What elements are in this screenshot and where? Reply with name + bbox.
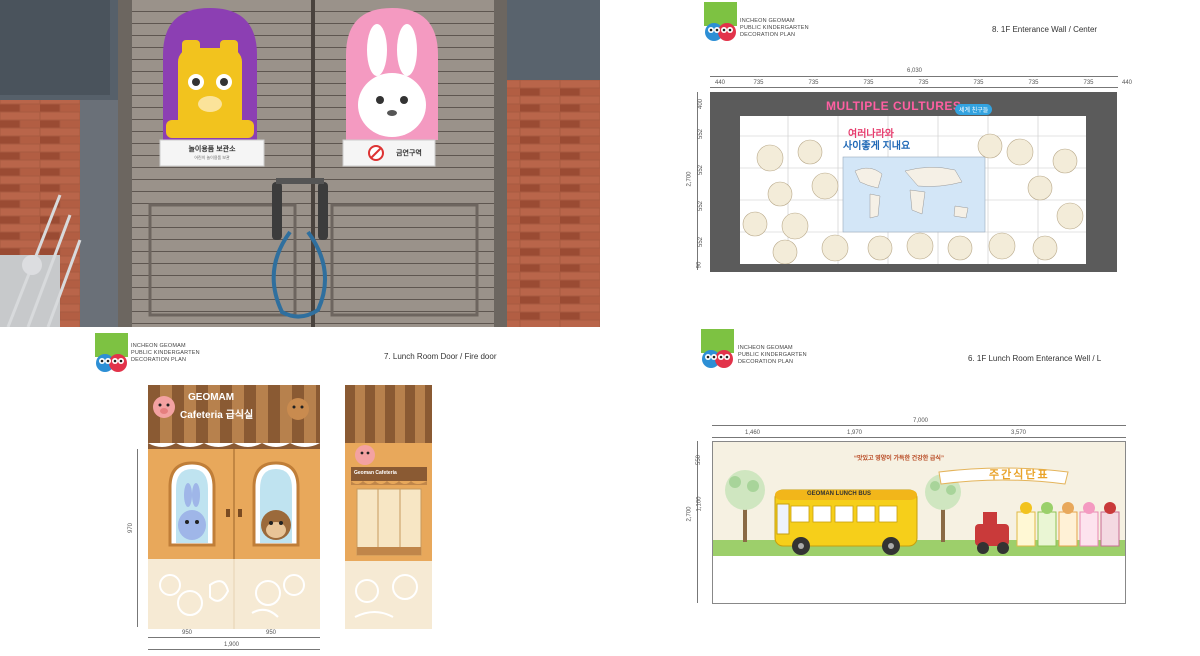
height-segment-5: 552: [698, 236, 705, 248]
storage-sign-subtext: 어린이 놀이용품 보관: [194, 155, 230, 160]
logo-text: INCHEON GEOMAM PUBLIC KINDERGARTEN DECOR…: [740, 18, 809, 39]
owl-logo: [704, 2, 737, 42]
height-segment-2: 1,100: [696, 496, 703, 512]
width-segment-8: 735: [1083, 80, 1094, 86]
door-height-dim: 970: [128, 522, 135, 534]
dim-line: [148, 649, 320, 650]
width-segment-4: 735: [863, 80, 874, 86]
bus-label: GEOMAN LUNCH BUS: [807, 491, 871, 497]
logo-line-3: DECORATION PLAN: [131, 357, 187, 363]
dim-line: [697, 441, 698, 603]
storage-sign-text: 놀이용품 보관소: [188, 146, 236, 153]
logo-text: INCHEON GEOMAM PUBLIC KINDERGARTEN DECOR…: [738, 345, 807, 366]
door-photo: 놀이용품 보관소 어린이 놀이용품 보관 금연구역: [0, 0, 600, 327]
width-segment-6: 735: [973, 80, 984, 86]
width-segment-2: 735: [753, 80, 764, 86]
multiple-cultures-banner: MULTIPLE CULTURES: [826, 99, 962, 113]
width-segment-3: 735: [808, 80, 819, 86]
sheet-title: 7. Lunch Room Door / Fire door: [384, 352, 497, 361]
owl-logo: [701, 329, 734, 369]
total-width-dim: 1,900: [224, 642, 240, 648]
width-segment-7: 735: [1028, 80, 1039, 86]
lunch-room-wall-plan: INCHEON GEOMAM PUBLIC KINDERGARTEN DECOR…: [600, 329, 1200, 656]
fire-door: [345, 385, 432, 629]
owl-logo: [95, 333, 128, 373]
dim-line: [710, 87, 1118, 88]
width-segment-9: 440: [1122, 80, 1133, 86]
sheet-title: 8. 1F Enterance Wall / Center: [992, 25, 1098, 34]
height-segment-3: 552: [698, 164, 705, 176]
cafeteria-sign-line2: Cafeteria 급식실: [180, 410, 254, 421]
total-width-dim: 6,030: [907, 68, 923, 74]
culture-board: [740, 116, 1086, 264]
owl-logo-icon: [701, 329, 734, 368]
logo-text: INCHEON GEOMAM PUBLIC KINDERGARTEN DECOR…: [131, 343, 200, 364]
logo-line-1: INCHEON GEOMAM: [738, 345, 793, 351]
width-segment-1: 1,460: [745, 430, 761, 436]
height-segment-6: 90: [696, 261, 703, 269]
cafeteria-sign-line1: GEOMAM: [188, 392, 235, 403]
dim-line: [710, 76, 1118, 77]
banner-badge: 세계 친구들: [955, 104, 993, 115]
logo-line-3: DECORATION PLAN: [740, 32, 796, 38]
door-photo-scene: [0, 0, 600, 327]
width-segment-5: 735: [918, 80, 929, 86]
height-segment-1: 400: [698, 98, 705, 110]
owl-logo-icon: [95, 333, 128, 372]
logo-line-2: PUBLIC KINDERGARTEN: [738, 352, 807, 358]
fire-door-sign: Geoman Cafeteria: [354, 470, 397, 476]
logo-line-2: PUBLIC KINDERGARTEN: [740, 25, 809, 31]
owl-logo-icon: [704, 2, 737, 41]
height-segment-4: 552: [698, 200, 705, 212]
dim-line: [712, 437, 1126, 438]
width-segment-3: 3,570: [1011, 430, 1027, 436]
logo-line-2: PUBLIC KINDERGARTEN: [131, 350, 200, 356]
korean-slogan-2: 사이좋게 지내요: [843, 141, 911, 152]
no-smoking-sign-text: 금연구역: [396, 150, 422, 157]
lunch-room-door-plan: INCHEON GEOMAM PUBLIC KINDERGARTEN DECOR…: [0, 329, 600, 656]
lunch-slogan: “맛있고 영양이 가득한 건강한 급식”: [854, 456, 944, 462]
logo-line-1: INCHEON GEOMAM: [131, 343, 186, 349]
width-segment-2: 1,970: [847, 430, 863, 436]
dim-line: [148, 637, 320, 638]
total-width-dim: 7,000: [913, 418, 929, 424]
dim-line: [137, 449, 138, 627]
height-segment-1: 550: [696, 454, 703, 466]
entrance-wall-center-plan: INCHEON GEOMAM PUBLIC KINDERGARTEN DECOR…: [600, 0, 1200, 327]
left-width-dim: 950: [182, 630, 193, 636]
dim-line: [712, 425, 1126, 426]
width-segment-1: 440: [715, 80, 726, 86]
sheet-title: 6. 1F Lunch Room Enterance Well / L: [968, 354, 1102, 363]
total-height-dim: 2,700: [686, 171, 693, 187]
height-segment-2: 552: [698, 128, 705, 140]
logo-line-3: DECORATION PLAN: [738, 359, 794, 365]
cafeteria-door: [148, 385, 320, 629]
right-width-dim: 950: [266, 630, 277, 636]
weekly-menu-title: 주간식단표: [989, 469, 1050, 481]
logo-line-1: INCHEON GEOMAM: [740, 18, 795, 24]
total-height-dim: 2,700: [686, 506, 693, 522]
